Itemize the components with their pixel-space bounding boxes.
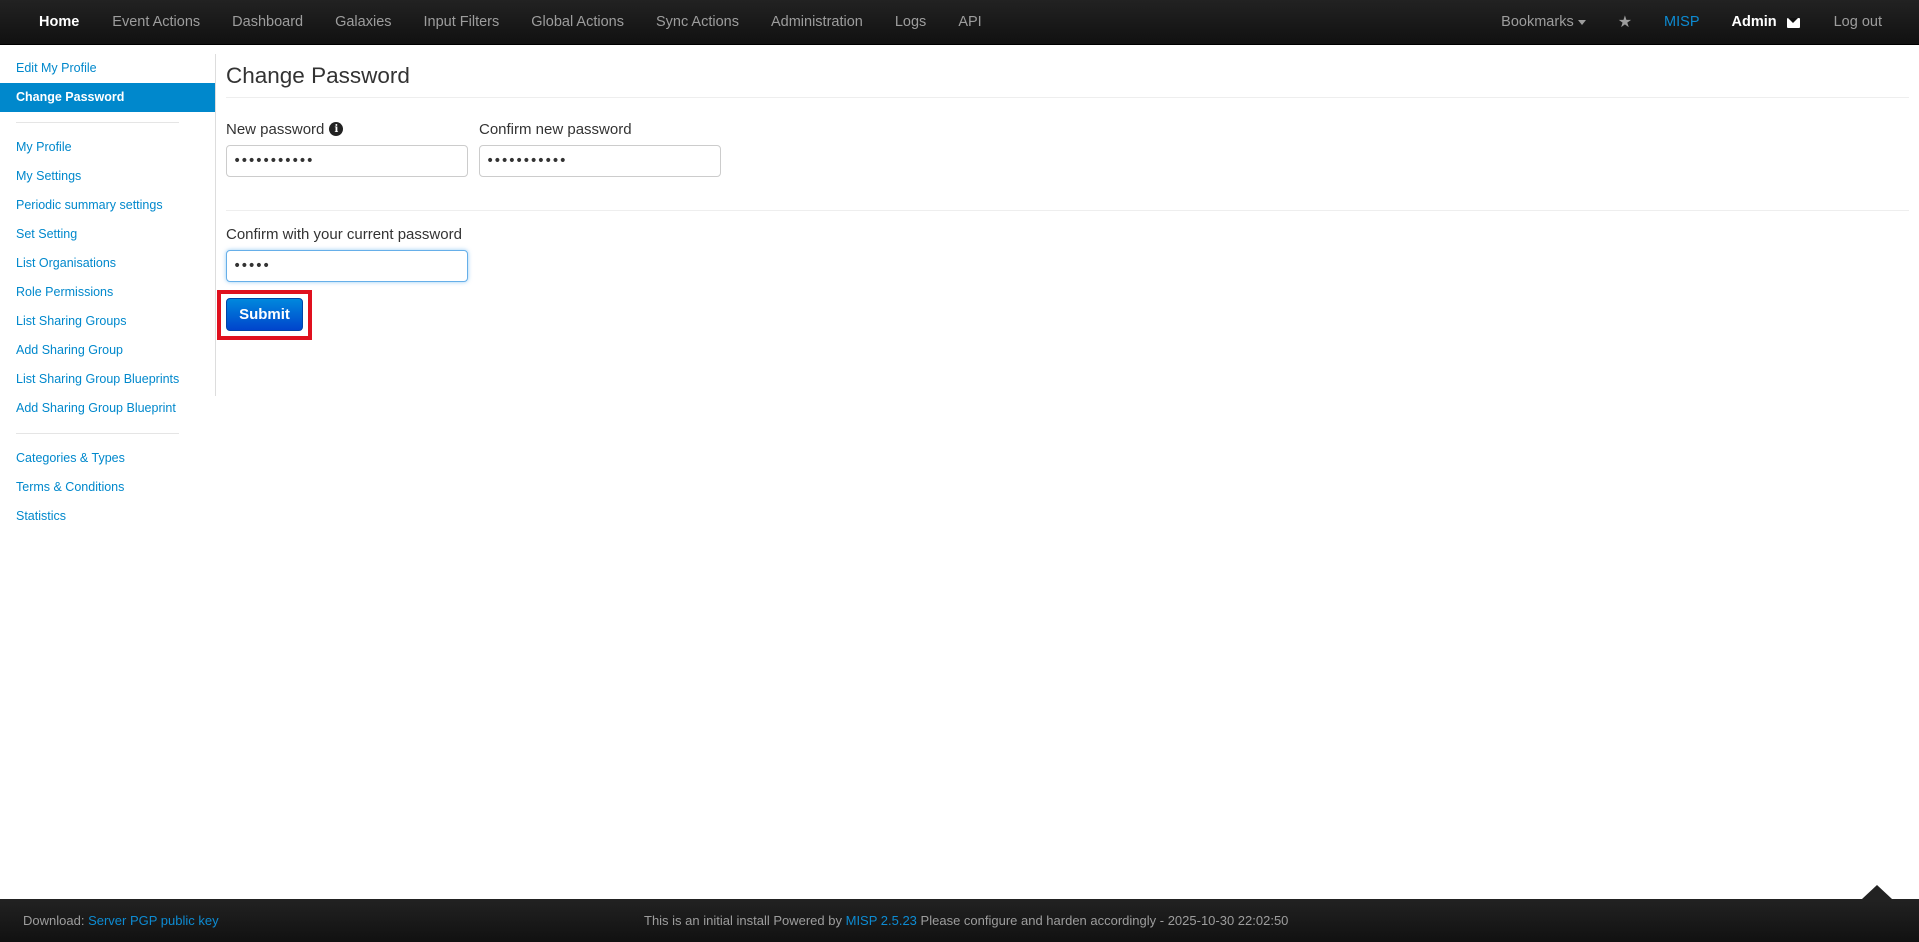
sidebar-item-add-blueprint[interactable]: Add Sharing Group Blueprint	[0, 394, 215, 423]
new-password-group: New password i	[226, 120, 468, 177]
navbar-left: Home Event Actions Dashboard Galaxies In…	[0, 0, 998, 45]
current-password-group: Confirm with your current password	[226, 225, 526, 282]
nav-bookmarks[interactable]: Bookmarks	[1485, 0, 1602, 45]
sidebar-item-role-permissions[interactable]: Role Permissions	[0, 278, 215, 307]
confirm-password-group: Confirm new password	[479, 120, 721, 177]
new-password-label: New password i	[226, 120, 468, 138]
pgp-key-link[interactable]: Server PGP public key	[88, 913, 219, 928]
new-password-label-text: New password	[226, 120, 325, 138]
nav-sync-actions[interactable]: Sync Actions	[640, 0, 755, 45]
submit-button[interactable]: Submit	[226, 298, 303, 331]
footer-info: This is an initial install Powered by MI…	[644, 899, 1288, 942]
nav-logout[interactable]: Log out	[1816, 0, 1919, 45]
envelope-icon[interactable]	[1786, 17, 1800, 28]
footer-text-before: This is an initial install Powered by	[644, 913, 842, 928]
sidebar-divider	[16, 122, 179, 123]
current-password-row: Confirm with your current password	[226, 225, 1909, 282]
nav-api[interactable]: API	[942, 0, 997, 45]
form-divider	[226, 210, 1909, 211]
top-navbar: Home Event Actions Dashboard Galaxies In…	[0, 0, 1919, 45]
main-content: Change Password New password i Confirm n…	[226, 54, 1909, 282]
nav-home[interactable]: Home	[0, 0, 96, 45]
bookmarks-label: Bookmarks	[1501, 14, 1574, 30]
star-icon: ★	[1617, 14, 1633, 31]
nav-logs[interactable]: Logs	[879, 0, 942, 45]
nav-brand[interactable]: MISP	[1648, 0, 1715, 45]
nav-event-actions[interactable]: Event Actions	[96, 0, 216, 45]
user-label: Admin	[1731, 14, 1777, 30]
scroll-to-top-icon[interactable]	[1862, 885, 1892, 899]
nav-user[interactable]: Admin	[1716, 0, 1816, 45]
nav-galaxies[interactable]: Galaxies	[319, 0, 407, 45]
download-label: Download:	[23, 913, 85, 928]
sidebar-item-list-sharing-groups[interactable]: List Sharing Groups	[0, 307, 215, 336]
footer-text-after: Please configure and harden accordingly …	[920, 913, 1289, 928]
nav-favourite[interactable]: ★	[1602, 0, 1648, 45]
sidebar-item-terms-conditions[interactable]: Terms & Conditions	[0, 473, 215, 502]
nav-dashboard[interactable]: Dashboard	[216, 0, 319, 45]
sidebar-item-change-password[interactable]: Change Password	[0, 83, 215, 112]
sidebar-item-list-organisations[interactable]: List Organisations	[0, 249, 215, 278]
sidebar-item-set-setting[interactable]: Set Setting	[0, 220, 215, 249]
page-title: Change Password	[226, 54, 1909, 98]
version-link[interactable]: MISP 2.5.23	[846, 913, 917, 928]
current-password-input[interactable]	[226, 250, 468, 282]
sidebar-item-edit-my-profile[interactable]: Edit My Profile	[0, 54, 215, 83]
sidebar-item-statistics[interactable]: Statistics	[0, 502, 215, 531]
sidebar: Edit My Profile Change Password My Profi…	[0, 54, 216, 523]
sidebar-item-periodic-summary[interactable]: Periodic summary settings	[0, 191, 215, 220]
navbar-right: Bookmarks ★ MISP Admin Log out	[1485, 0, 1919, 45]
footer: Download: Server PGP public key This is …	[0, 899, 1919, 942]
current-password-label: Confirm with your current password	[226, 225, 462, 243]
nav-global-actions[interactable]: Global Actions	[515, 0, 640, 45]
info-icon[interactable]: i	[329, 122, 344, 136]
sidebar-divider	[16, 433, 179, 434]
new-password-row: New password i Confirm new password	[226, 120, 1909, 177]
sidebar-item-my-profile[interactable]: My Profile	[0, 133, 215, 162]
confirm-password-input[interactable]	[479, 145, 721, 177]
confirm-password-label: Confirm new password	[479, 120, 632, 138]
new-password-input[interactable]	[226, 145, 468, 177]
sidebar-item-categories-types[interactable]: Categories & Types	[0, 444, 215, 473]
sidebar-item-list-blueprints[interactable]: List Sharing Group Blueprints	[0, 365, 215, 394]
sidebar-item-my-settings[interactable]: My Settings	[0, 162, 215, 191]
nav-input-filters[interactable]: Input Filters	[408, 0, 516, 45]
caret-down-icon	[1577, 20, 1586, 25]
footer-download: Download: Server PGP public key	[23, 899, 219, 942]
sidebar-item-add-sharing-group[interactable]: Add Sharing Group	[0, 336, 215, 365]
nav-administration[interactable]: Administration	[755, 0, 879, 45]
